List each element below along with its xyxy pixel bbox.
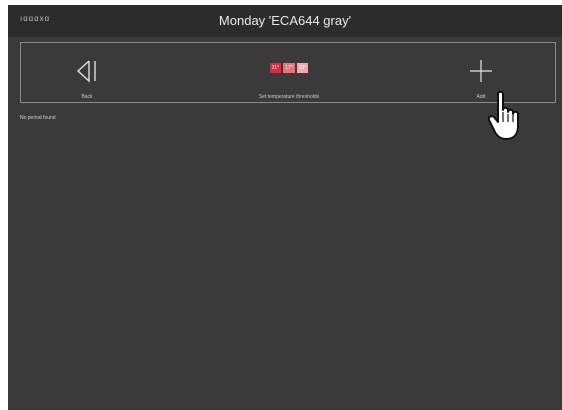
app-screen: ıɑɑɑxɑ Monday 'ECA644 gray' Back 21° 17° 1… — [8, 5, 562, 410]
title-bar: ıɑɑɑxɑ Monday 'ECA644 gray' — [8, 5, 562, 37]
page-title: Monday 'ECA644 gray' — [218, 13, 352, 28]
thresholds-label: Set temperature thresholds — [258, 94, 320, 100]
back-icon — [76, 60, 96, 83]
back-button[interactable]: Back — [57, 43, 117, 104]
threshold-chip-low: 13° — [296, 63, 309, 73]
threshold-chips: 21° 17° 13° — [209, 63, 369, 73]
plus-icon — [470, 60, 492, 82]
set-thresholds-button[interactable]: 21° 17° 13° Set temperature thresholds — [209, 43, 369, 104]
hand-pointer-icon — [488, 90, 519, 140]
status-message: No period found — [20, 115, 56, 121]
threshold-chip-high: 21° — [269, 63, 282, 73]
threshold-chip-mid: 17° — [283, 63, 295, 73]
toolbar: Back 21° 17° 13° Set temperature threshold… — [20, 42, 556, 103]
back-label: Back — [81, 94, 93, 100]
